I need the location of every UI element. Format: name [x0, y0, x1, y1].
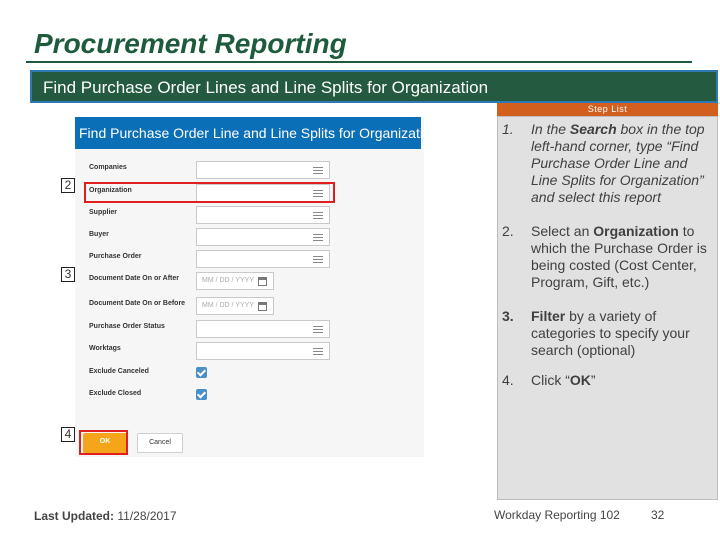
step-number: 4. [502, 372, 514, 388]
field-date-before: Document Date On or Before MM / DD / YYY… [89, 297, 409, 315]
field-exclude-closed: Exclude Closed [89, 387, 409, 405]
step-list: 1. In the Search box in the top left-han… [502, 121, 714, 389]
step-item: 3. Filter by a variety of categories to … [502, 308, 714, 359]
slide-title: Procurement Reporting [34, 28, 347, 59]
ok-highlight [79, 430, 128, 455]
worktags-input[interactable] [196, 342, 330, 360]
step-number: 1. [502, 121, 514, 137]
field-label: Buyer [89, 231, 109, 238]
field-label: Worktags [89, 345, 121, 352]
step-text: Select an Organization to which the Purc… [531, 223, 714, 291]
form-header: Find Purchase Order Line and Line Splits… [75, 117, 439, 149]
step-text: Click “OK” [531, 372, 714, 389]
banner-text: Find Purchase Order Lines and Line Split… [43, 78, 489, 97]
step-list-header: Step List [497, 103, 718, 116]
field-label: Document Date On or After [89, 275, 179, 282]
form-title: Find Purchase Order Line and Line Splits… [79, 125, 439, 141]
field-po-status: Purchase Order Status [89, 320, 409, 338]
field-purchase-order: Purchase Order [89, 250, 409, 268]
exclude-canceled-checkbox[interactable] [196, 367, 207, 378]
date-before-input[interactable]: MM / DD / YYYY [196, 297, 274, 315]
supplier-input[interactable] [196, 206, 330, 224]
last-updated-date: 11/28/2017 [117, 509, 177, 523]
calendar-icon[interactable] [258, 277, 267, 286]
po-status-input[interactable] [196, 320, 330, 338]
field-label: Purchase Order Status [89, 323, 165, 330]
step-text: In the Search box in the top left-hand c… [531, 121, 714, 206]
step-text-pre: Click “ [531, 372, 570, 388]
step-text-bold: Organization [593, 223, 679, 239]
organization-highlight [84, 182, 335, 203]
field-worktags: Worktags [89, 342, 409, 360]
companies-input[interactable] [196, 161, 330, 179]
field-supplier: Supplier [89, 206, 409, 224]
step-list-title: Step List [587, 104, 628, 114]
exclude-closed-checkbox[interactable] [196, 389, 207, 400]
field-label: Companies [89, 164, 127, 171]
cancel-label: Cancel [149, 439, 171, 446]
title-divider [26, 61, 692, 63]
workday-form-screenshot: Find Purchase Order Line and Line Splits… [75, 117, 439, 457]
date-after-input[interactable]: MM / DD / YYYY [196, 272, 274, 290]
field-label: Exclude Canceled [89, 368, 149, 375]
step-text-bold: Filter [531, 308, 566, 324]
callout-badge-4: 4 [61, 427, 75, 442]
date-placeholder: MM / DD / YYYY [202, 277, 254, 284]
step-item: 4. Click “OK” [502, 372, 714, 389]
calendar-icon[interactable] [258, 302, 267, 311]
callout-badge-2: 2 [61, 178, 75, 193]
cancel-button[interactable]: Cancel [137, 433, 183, 453]
list-icon[interactable] [313, 167, 323, 174]
step-text-post: ” [590, 372, 596, 388]
field-buyer: Buyer [89, 228, 409, 246]
list-icon[interactable] [313, 256, 323, 263]
callout-badge-3: 3 [61, 267, 75, 282]
step-number: 2. [502, 223, 514, 239]
step-text-bold: OK [569, 372, 591, 388]
purchase-order-input[interactable] [196, 250, 330, 268]
step-item: 1. In the Search box in the top left-han… [502, 121, 714, 206]
section-banner: Find Purchase Order Lines and Line Split… [30, 70, 718, 103]
field-label: Supplier [89, 209, 118, 216]
field-exclude-canceled: Exclude Canceled [89, 365, 409, 383]
field-date-after: Document Date On or After MM / DD / YYYY [89, 272, 409, 290]
field-label: Document Date On or Before [89, 300, 186, 307]
last-updated-label: Last Updated: [34, 509, 115, 523]
list-icon[interactable] [313, 348, 323, 355]
buyer-input[interactable] [196, 228, 330, 246]
date-placeholder: MM / DD / YYYY [202, 302, 254, 309]
step-text-pre: In the [531, 121, 570, 137]
step-text-pre: Select an [531, 223, 594, 239]
list-icon[interactable] [313, 234, 323, 241]
field-label: Purchase Order [89, 253, 142, 260]
step-number: 3. [502, 308, 514, 324]
field-label: Exclude Closed [89, 390, 142, 397]
page-number: 32 [651, 508, 665, 522]
list-icon[interactable] [313, 326, 323, 333]
course-name: Workday Reporting 102 [494, 508, 620, 522]
list-icon[interactable] [313, 212, 323, 219]
field-companies: Companies [89, 161, 409, 179]
step-item: 2. Select an Organization to which the P… [502, 223, 714, 291]
last-updated: Last Updated: 11/28/2017 [34, 509, 177, 523]
step-text: Filter by a variety of categories to spe… [531, 308, 714, 359]
step-text-bold: Search [569, 121, 617, 137]
